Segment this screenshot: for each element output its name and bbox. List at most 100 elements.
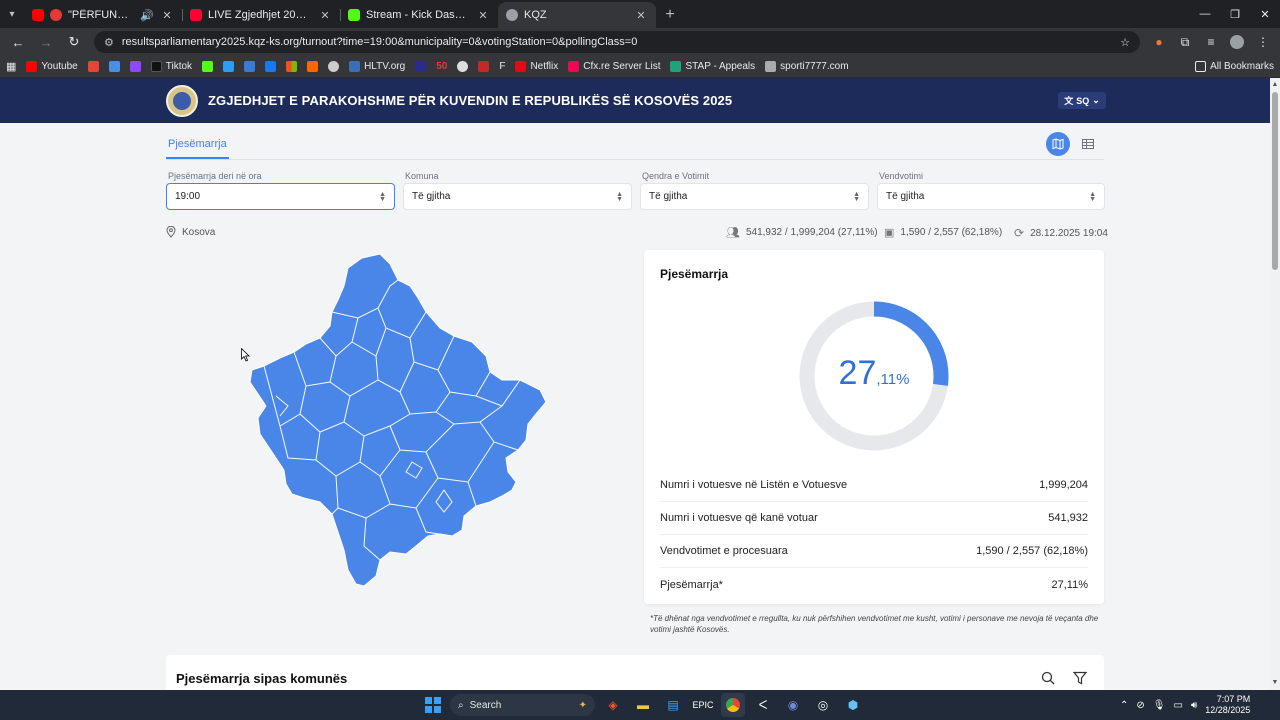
table-view-icon[interactable]	[1076, 132, 1100, 156]
brave-icon[interactable]: ◈	[601, 693, 625, 717]
scrollbar-thumb[interactable]	[1272, 92, 1278, 270]
browser-tab-2[interactable]: LIVE Zgjedhjet 2025 - Dita e De ✕	[182, 2, 340, 28]
bookmark-gmail[interactable]	[87, 61, 99, 72]
kqz-favicon-icon	[506, 9, 518, 21]
bookmark-microsoft[interactable]	[286, 61, 298, 72]
tray-app-icon[interactable]: ⊘	[1136, 700, 1144, 711]
app-icon-2[interactable]: ◎	[811, 693, 835, 717]
folder-icon	[1195, 61, 1207, 72]
select-arrows-icon: ▲ ▼	[853, 190, 860, 203]
window-close-icon[interactable]: ✕	[1250, 0, 1280, 28]
language-selector[interactable]: 文 SQ ⌄	[1058, 92, 1106, 109]
page-scrollbar[interactable]: ▲ ▼	[1270, 78, 1280, 690]
turnout-row: Numri i votuesve që kanë votuar 541,932	[660, 502, 1088, 535]
discord-icon[interactable]: ◉	[781, 693, 805, 717]
tab-close-icon[interactable]: ✕	[160, 9, 174, 22]
tab-audio-icon[interactable]: 🔊	[140, 9, 154, 22]
bookmark-youtube[interactable]: Youtube	[26, 61, 78, 72]
address-bar[interactable]: ⚙ resultsparliamentary2025.kqz-ks.org/tu…	[94, 31, 1140, 53]
youtube-favicon-icon	[32, 9, 44, 21]
back-arrow-icon[interactable]: ←	[6, 30, 30, 54]
translate-icon: 文	[1064, 96, 1074, 106]
network-icon[interactable]: ▭	[1173, 700, 1182, 711]
search-highlight-icon: ✦	[578, 699, 587, 711]
bookmark-twitch[interactable]	[129, 61, 141, 72]
bookmark-f[interactable]: F	[499, 61, 505, 72]
tab-close-icon[interactable]: ✕	[634, 9, 648, 22]
browser-tab-1[interactable]: "PËRFUNDON GJITHÇKA" 🔊 ✕	[24, 2, 182, 28]
reload-icon[interactable]: ↻	[62, 30, 86, 54]
bookmark-2[interactable]	[108, 61, 120, 72]
bookmark-tiktok[interactable]: Tiktok	[150, 61, 192, 72]
bookmark-cfx[interactable]: Cfx.re Server List	[568, 61, 660, 72]
menu-kebab-icon[interactable]: ⋮	[1252, 31, 1274, 53]
bookmark-13[interactable]	[415, 61, 427, 72]
volume-icon[interactable]: 🔊︎	[1191, 700, 1197, 711]
chevron-down-icon: ⌄	[1092, 95, 1100, 105]
reading-list-icon[interactable]: ≡	[1200, 31, 1222, 53]
bookmark-kick[interactable]	[202, 61, 214, 72]
taskbar-search[interactable]: ⌕ Search ✦	[450, 694, 595, 716]
tab-close-icon[interactable]: ✕	[318, 9, 332, 22]
apps-grid-icon[interactable]: ▦	[6, 60, 16, 73]
file-explorer-icon[interactable]: ▬	[631, 693, 655, 717]
row-label: Numri i votuesve në Listën e Votuesve	[660, 479, 848, 491]
forward-arrow-icon[interactable]: →	[34, 30, 58, 54]
chrome-icon[interactable]	[721, 693, 745, 717]
new-tab-plus-icon[interactable]: +	[656, 2, 684, 28]
bookmark-netflix[interactable]: Netflix	[515, 61, 558, 72]
search-icon[interactable]	[1039, 669, 1057, 687]
tab-title: KQZ	[524, 9, 547, 21]
bookmark-16[interactable]	[478, 61, 490, 72]
bookmark-15[interactable]	[457, 61, 469, 72]
filter-icon[interactable]	[1071, 669, 1089, 687]
epic-games-icon[interactable]: EPIC	[691, 693, 715, 717]
bookmark-star-icon[interactable]: ☆	[1120, 36, 1130, 49]
minimize-icon[interactable]: —	[1190, 0, 1220, 28]
map-view-icon[interactable]	[1046, 132, 1070, 156]
bookmark-11[interactable]	[328, 61, 340, 72]
bookmark-hltv[interactable]: HLTV.org	[349, 61, 405, 72]
filter-municipality-select[interactable]: Të gjitha ▲ ▼	[403, 183, 632, 210]
tab-turnout[interactable]: Pjesëmarrja	[166, 132, 229, 159]
scroll-down-arrow-icon[interactable]: ▼	[1270, 678, 1280, 688]
site-settings-icon[interactable]: ⚙	[104, 36, 114, 49]
app-icon[interactable]: ᐸ	[751, 693, 775, 717]
netflix-icon	[515, 61, 527, 72]
kosovo-map[interactable]	[240, 246, 560, 587]
taskbar-clock[interactable]: 7:07 PM 12/28/2025	[1205, 694, 1250, 716]
kqz-logo-icon[interactable]	[166, 84, 198, 117]
kosovo-map-shape[interactable]	[249, 253, 547, 587]
turnout-row: Pjesëmarrja* 27,11%	[660, 568, 1088, 601]
bookmark-icon	[415, 61, 427, 72]
tray-chevron-icon[interactable]: ⌃	[1120, 700, 1128, 711]
browser-tab-strip: ▾ "PËRFUNDON GJITHÇKA" 🔊 ✕ LIVE Zgjedhje…	[0, 0, 1280, 28]
bookmark-facebook[interactable]	[265, 61, 277, 72]
windows-start-icon[interactable]	[422, 694, 444, 716]
bookmark-10[interactable]	[307, 61, 319, 72]
scroll-up-arrow-icon[interactable]: ▲	[1270, 80, 1280, 90]
bookmark-7[interactable]	[244, 61, 256, 72]
tab-search-chevron-icon[interactable]: ▾	[0, 0, 24, 28]
bookmark-stap[interactable]: STAP - Appeals	[670, 61, 755, 72]
extension-icon[interactable]: ●	[1148, 31, 1170, 53]
stap-icon	[670, 61, 682, 72]
restore-icon[interactable]: ❐	[1220, 0, 1250, 28]
steam-icon[interactable]: ⬢	[841, 693, 865, 717]
url-text: resultsparliamentary2025.kqz-ks.org/turn…	[121, 36, 638, 48]
extensions-puzzle-icon[interactable]: ⧉	[1174, 31, 1196, 53]
all-bookmarks[interactable]: All Bookmarks	[1195, 61, 1274, 72]
bookmark-6[interactable]	[223, 61, 235, 72]
microsoft-icon	[286, 61, 298, 72]
tab-close-icon[interactable]: ✕	[476, 9, 490, 22]
microphone-icon[interactable]: 🎙︎	[1153, 700, 1166, 711]
bookmark-50[interactable]: 50	[436, 61, 447, 72]
bookmark-sporti[interactable]: sporti7777.com	[765, 61, 849, 72]
filter-center-select[interactable]: Të gjitha ▲ ▼	[640, 183, 869, 210]
profile-avatar-icon[interactable]	[1226, 31, 1248, 53]
filter-station-select[interactable]: Të gjitha ▲ ▼	[877, 183, 1105, 210]
filter-time-select[interactable]: 19:00 ▲ ▼	[166, 183, 395, 210]
browser-tab-3[interactable]: Stream - Kick Dashboard ✕	[340, 2, 498, 28]
store-icon[interactable]: ▤	[661, 693, 685, 717]
browser-tab-4[interactable]: KQZ ✕	[498, 2, 656, 28]
